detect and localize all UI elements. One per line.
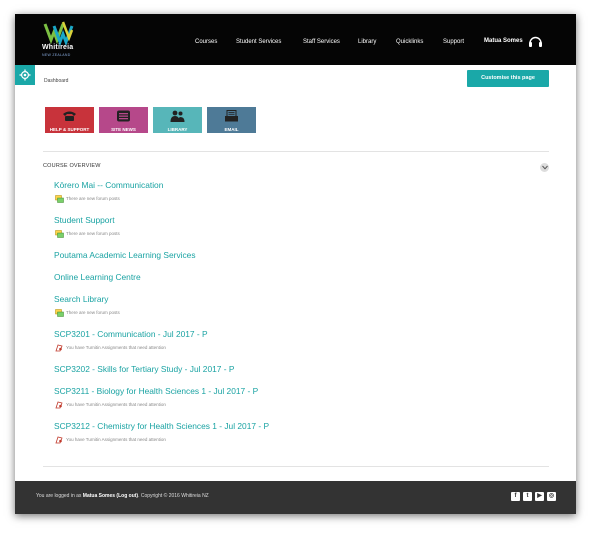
forum-icon	[55, 195, 64, 203]
course-link[interactable]: SCP3201 - Communication - Jul 2017 - P	[54, 329, 208, 339]
footer-login-info: You are logged in as Matua Somes (Log ou…	[36, 493, 209, 499]
notification-text: You have Turnitin Assignments that need …	[66, 402, 166, 408]
course-notification[interactable]: There are new forum posts	[55, 195, 120, 203]
telephone-icon	[63, 111, 76, 121]
email-tile[interactable]: EMAIL	[207, 107, 256, 133]
browser-window: Whitireia NEW ZEALAND Courses Student Se…	[15, 14, 576, 514]
course-link[interactable]: SCP3202 - Skills for Tertiary Study - Ju…	[54, 364, 234, 374]
tile-label: SITE NEWS	[111, 127, 136, 132]
course-link[interactable]: SCP3212 - Chemistry for Health Sciences …	[54, 421, 269, 431]
customise-page-button[interactable]: Customise this page	[467, 70, 549, 87]
tile-label: EMAIL	[224, 127, 239, 132]
youtube-icon[interactable]: ▶	[535, 492, 544, 501]
tile-label: HELP & SUPPORT	[49, 127, 90, 132]
user-menu[interactable]: Matua Somes	[484, 38, 523, 44]
forum-icon	[55, 309, 64, 317]
notification-text: You have Turnitin Assignments that need …	[66, 437, 166, 443]
course-link[interactable]: Poutama Academic Learning Services	[54, 250, 196, 260]
news-icon	[117, 110, 130, 122]
people-icon	[170, 110, 185, 122]
site-news-tile[interactable]: SITE NEWS	[99, 107, 148, 133]
nav-support[interactable]: Support	[443, 39, 464, 45]
logout-link[interactable]: (Log out)	[116, 493, 138, 499]
course-overview-title: COURSE OVERVIEW	[43, 163, 101, 169]
footer-user-link[interactable]: Matua Somes	[83, 493, 115, 499]
twitter-icon[interactable]: t	[523, 492, 532, 501]
email-icon	[225, 110, 238, 122]
help-support-tile[interactable]: HELP & SUPPORT	[45, 107, 94, 133]
library-tile[interactable]: LIBRARY	[153, 107, 202, 133]
divider	[43, 151, 549, 152]
facebook-icon[interactable]: f	[511, 492, 520, 501]
nav-student-services[interactable]: Student Services	[236, 39, 281, 45]
assignment-icon	[55, 401, 63, 409]
notification-text: There are new forum posts	[66, 231, 120, 237]
chevron-down-icon	[541, 165, 548, 170]
nav-courses[interactable]: Courses	[195, 39, 217, 45]
course-notification[interactable]: You have Turnitin Assignments that need …	[55, 344, 166, 352]
gear-icon	[19, 69, 31, 81]
tile-label: LIBRARY	[167, 127, 188, 132]
course-notification[interactable]: There are new forum posts	[55, 230, 120, 238]
course-link[interactable]: Kōrero Mai -- Communication	[54, 180, 163, 190]
footer: You are logged in as Matua Somes (Log ou…	[15, 481, 576, 514]
assignment-icon	[55, 344, 63, 352]
nav-quicklinks[interactable]: Quicklinks	[396, 39, 423, 45]
settings-toggle[interactable]	[15, 65, 35, 85]
assignment-icon	[55, 436, 63, 444]
top-navigation-bar: Whitireia NEW ZEALAND Courses Student Se…	[15, 14, 576, 65]
logged-in-prefix: You are logged in as	[36, 493, 83, 499]
course-notification[interactable]: You have Turnitin Assignments that need …	[55, 401, 166, 409]
course-link[interactable]: SCP3211 - Biology for Health Sciences 1 …	[54, 386, 258, 396]
nav-staff-services[interactable]: Staff Services	[303, 39, 340, 45]
course-notification[interactable]: There are new forum posts	[55, 309, 120, 317]
notification-text: You have Turnitin Assignments that need …	[66, 345, 166, 351]
notification-text: There are new forum posts	[66, 310, 120, 316]
brand-subtitle: NEW ZEALAND	[42, 53, 71, 57]
headset-icon[interactable]	[528, 34, 543, 49]
breadcrumb[interactable]: Dashboard	[44, 78, 68, 84]
notification-text: There are new forum posts	[66, 196, 120, 202]
course-link[interactable]: Online Learning Centre	[54, 272, 141, 282]
nav-library[interactable]: Library	[358, 39, 376, 45]
forum-icon	[55, 230, 64, 238]
course-link[interactable]: Search Library	[54, 294, 108, 304]
instagram-icon[interactable]: ◎	[547, 492, 556, 501]
collapse-toggle[interactable]	[540, 163, 549, 172]
divider	[43, 466, 549, 467]
course-notification[interactable]: You have Turnitin Assignments that need …	[55, 436, 166, 444]
copyright-text: . Copyright © 2016 Whitireia NZ	[138, 493, 209, 499]
course-link[interactable]: Student Support	[54, 215, 115, 225]
